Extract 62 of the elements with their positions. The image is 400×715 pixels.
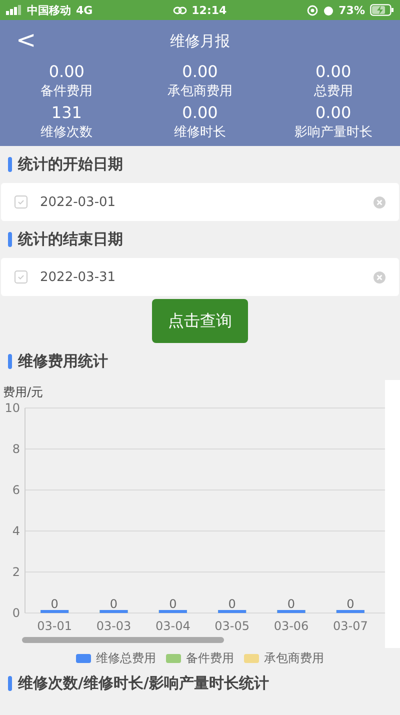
- data-label: 0: [287, 597, 296, 611]
- stat-label: 备件费用: [40, 83, 93, 101]
- stat-label: 维修次数: [40, 124, 93, 142]
- section-marker: [8, 232, 12, 247]
- data-label: 0: [346, 597, 354, 611]
- clock: 12:14: [192, 4, 227, 16]
- stat-value: 0.00: [316, 103, 352, 123]
- calendar-icon: [14, 270, 28, 284]
- stat-value: 0.00: [182, 62, 218, 82]
- stat-value: 0.00: [316, 62, 352, 82]
- stat-value: 131: [51, 103, 82, 123]
- battery-percent: 73%: [338, 4, 365, 16]
- axis-title: 费用/元: [3, 385, 44, 399]
- legend-label: 备件费用: [186, 650, 234, 666]
- axis-tick: 03-04: [155, 619, 190, 633]
- carrier: 中国移动: [27, 2, 71, 18]
- battery-charging-icon: [370, 4, 394, 16]
- axis-tick: 0: [12, 606, 20, 620]
- section-heading: 统计的开始日期: [18, 155, 123, 174]
- calendar-icon: [14, 195, 28, 209]
- legend-label: 承包商费用: [264, 650, 324, 666]
- section-marker: [8, 157, 12, 172]
- stat-value: 0.00: [48, 62, 84, 82]
- query-button[interactable]: 点击查询: [152, 299, 248, 343]
- date-value: 2022-03-31: [40, 270, 117, 284]
- axis-tick: 10: [4, 401, 20, 415]
- stat-label: 总费用: [314, 83, 353, 101]
- stat-label: 影响产量时长: [294, 124, 372, 142]
- legend-label: 维修总费用: [96, 650, 156, 666]
- page-title: 维修月报: [170, 32, 230, 50]
- axis-tick: 4: [12, 524, 20, 538]
- link-icon: [172, 6, 187, 14]
- scrollbar[interactable]: [22, 637, 224, 643]
- axis-tick: 03-06: [274, 619, 309, 633]
- axis-tick: 03-01: [37, 619, 72, 633]
- axis-tick: 03-07: [332, 619, 368, 633]
- clear-icon[interactable]: [373, 196, 386, 208]
- signal-icon: [6, 5, 22, 15]
- data-label: 0: [50, 597, 58, 611]
- lock-rotation-icon: [306, 4, 318, 16]
- clear-icon[interactable]: [373, 270, 386, 284]
- section-heading: 维修费用统计: [18, 352, 108, 371]
- section-marker: [8, 354, 12, 369]
- stat-label: 承包商费用: [167, 83, 232, 101]
- stat-value: 0.00: [182, 103, 218, 123]
- axis-tick: 8: [12, 442, 20, 456]
- data-label: 0: [228, 597, 236, 611]
- section-heading: 统计的结束日期: [18, 230, 123, 249]
- axis-tick: 6: [12, 483, 20, 497]
- axis-tick: 03-03: [96, 619, 132, 633]
- date-field[interactable]: 2022-03-01: [1, 183, 399, 221]
- back-button[interactable]: <: [10, 26, 42, 54]
- section-marker: [8, 676, 12, 690]
- axis-tick: 03-05: [214, 619, 250, 633]
- date-field[interactable]: 2022-03-31: [1, 258, 399, 296]
- section-heading: 维修次数/维修时长/影响产量时长统计: [18, 674, 269, 692]
- stat-label: 维修时长: [174, 124, 226, 142]
- data-label: 0: [169, 597, 177, 611]
- network-type: 4G: [76, 4, 93, 16]
- date-value: 2022-03-01: [40, 194, 117, 210]
- data-label: 0: [110, 597, 118, 611]
- axis-tick: 2: [12, 565, 20, 579]
